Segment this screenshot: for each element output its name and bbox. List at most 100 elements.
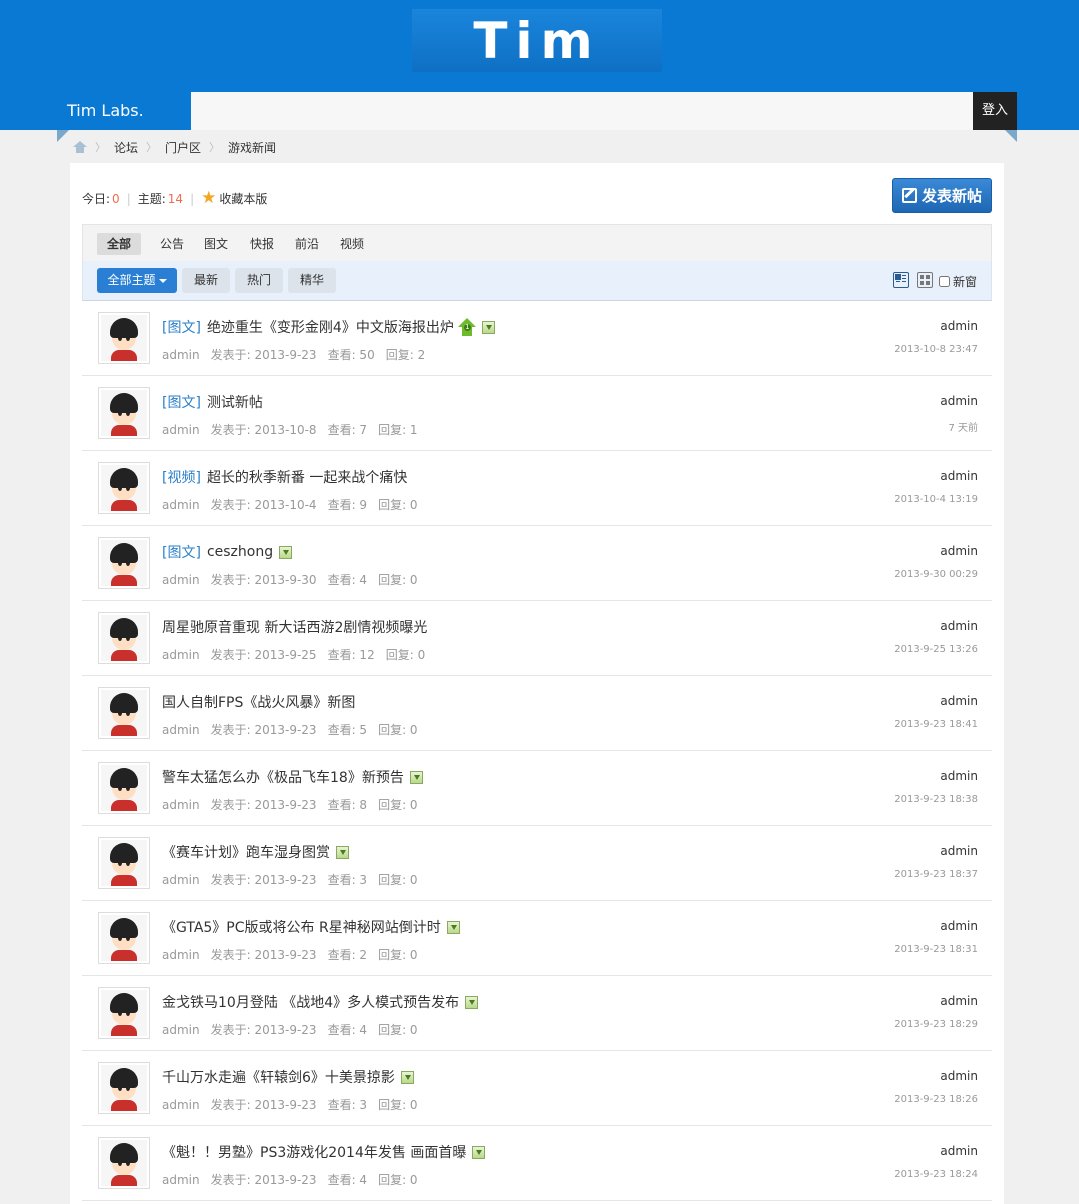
last-reply-time[interactable]: 2013-9-23 18:24: [894, 1169, 978, 1180]
thread-row[interactable]: [图文] 测试新帖 admin 发表于: 2013-10-8 查看: 7 回复: 1 adm…: [82, 376, 992, 451]
home-icon[interactable]: [73, 141, 87, 153]
last-reply-time[interactable]: 2013-10-4 13:19: [894, 494, 978, 505]
thread-row[interactable]: 国人自制FPS《战火风暴》新图 admin 发表于: 2013-9-23 查看: 5 回…: [82, 676, 992, 751]
thread-type-tag[interactable]: [图文]: [162, 542, 201, 562]
brand-link[interactable]: Tim Labs.: [57, 92, 191, 130]
last-reply-time[interactable]: 2013-9-23 18:26: [894, 1094, 978, 1105]
list-view-icon[interactable]: [893, 272, 909, 288]
last-reply-time[interactable]: 2013-9-25 13:26: [894, 644, 978, 655]
last-reply-user[interactable]: admin: [940, 319, 978, 333]
avatar[interactable]: [98, 312, 150, 364]
last-reply-time[interactable]: 2013-9-23 18:37: [894, 869, 978, 880]
thread-author[interactable]: admin: [162, 1098, 200, 1112]
breadcrumb-game-news[interactable]: 游戏新闻: [228, 139, 276, 156]
thread-title[interactable]: 《GTA5》PC版或将公布 R星神秘网站倒计时: [162, 917, 441, 937]
thread-author[interactable]: admin: [162, 948, 200, 962]
thread-author[interactable]: admin: [162, 1173, 200, 1187]
favorite-link[interactable]: 收藏本版: [219, 190, 267, 207]
last-reply-time[interactable]: 2013-9-23 18:41: [894, 719, 978, 730]
last-reply-user[interactable]: admin: [940, 1069, 978, 1083]
thread-row[interactable]: 千山万水走遍《轩辕剑6》十美景掠影 admin 发表于: 2013-9-23 查看: …: [82, 1051, 992, 1126]
thread-author[interactable]: admin: [162, 498, 200, 512]
avatar[interactable]: [98, 1137, 150, 1189]
last-reply-time[interactable]: 2013-9-23 18:31: [894, 944, 978, 955]
all-topics-dropdown[interactable]: 全部主题: [97, 268, 177, 293]
breadcrumb-forum[interactable]: 论坛: [114, 139, 138, 156]
thread-title[interactable]: 金戈铁马10月登陆 《战地4》多人模式预告发布: [162, 992, 459, 1012]
thread-author[interactable]: admin: [162, 348, 200, 362]
last-reply-user[interactable]: admin: [940, 694, 978, 708]
avatar[interactable]: [98, 462, 150, 514]
thread-row[interactable]: [图文] ceszhong admin 发表于: 2013-9-30 查看: 4 回复: …: [82, 526, 992, 601]
thread-title[interactable]: 千山万水走遍《轩辕剑6》十美景掠影: [162, 1067, 395, 1087]
thread-row[interactable]: 《魁！！男塾》PS3游戏化2014年发售 画面首曝 admin 发表于: 2013-…: [82, 1126, 992, 1201]
thread-title[interactable]: 《魁！！男塾》PS3游戏化2014年发售 画面首曝: [162, 1142, 466, 1162]
thread-author[interactable]: admin: [162, 573, 200, 587]
site-logo[interactable]: Tim: [412, 9, 662, 72]
thread-row[interactable]: 金戈铁马10月登陆 《战地4》多人模式预告发布 admin 发表于: 2013-9-…: [82, 976, 992, 1051]
new-window-checkbox[interactable]: [939, 276, 950, 287]
avatar[interactable]: [98, 687, 150, 739]
thread-author[interactable]: admin: [162, 873, 200, 887]
last-reply-time[interactable]: 7 天前: [948, 419, 978, 434]
avatar[interactable]: [98, 762, 150, 814]
avatar[interactable]: [98, 537, 150, 589]
last-reply-user[interactable]: admin: [940, 844, 978, 858]
last-reply-user[interactable]: admin: [940, 994, 978, 1008]
thread-title[interactable]: 《赛车计划》跑车湿身图赏: [162, 842, 330, 862]
last-reply-time[interactable]: 2013-9-23 18:38: [894, 794, 978, 805]
avatar[interactable]: [98, 387, 150, 439]
thread-row[interactable]: 《赛车计划》跑车湿身图赏 admin 发表于: 2013-9-23 查看: 3 回复: …: [82, 826, 992, 901]
grid-view-icon[interactable]: [917, 272, 933, 288]
last-reply-user[interactable]: admin: [940, 919, 978, 933]
last-reply-time[interactable]: 2013-10-8 23:47: [894, 344, 978, 355]
login-button[interactable]: 登入: [973, 92, 1017, 130]
avatar[interactable]: [98, 612, 150, 664]
star-icon[interactable]: ★: [201, 190, 216, 207]
thread-row[interactable]: 《GTA5》PC版或将公布 R星神秘网站倒计时 admin 发表于: 2013-9-…: [82, 901, 992, 976]
tab-announcement[interactable]: 公告: [160, 233, 184, 255]
thread-row[interactable]: 警车太猛怎么办《极品飞车18》新预告 admin 发表于: 2013-9-23 查看:…: [82, 751, 992, 826]
tab-frontier[interactable]: 前沿: [295, 233, 319, 255]
last-reply-user[interactable]: admin: [940, 544, 978, 558]
navbar-search-input[interactable]: [191, 92, 973, 130]
thread-type-tag[interactable]: [视频]: [162, 467, 201, 487]
filter-hot[interactable]: 热门: [235, 268, 283, 293]
thread-title[interactable]: 超长的秋季新番 一起来战个痛快: [207, 467, 407, 487]
thread-author[interactable]: admin: [162, 798, 200, 812]
last-reply-time[interactable]: 2013-9-23 18:29: [894, 1019, 978, 1030]
last-reply-user[interactable]: admin: [940, 769, 978, 783]
last-reply-user[interactable]: admin: [940, 394, 978, 408]
avatar[interactable]: [98, 912, 150, 964]
thread-row[interactable]: [视频] 超长的秋季新番 一起来战个痛快 admin 发表于: 2013-10-4 查看…: [82, 451, 992, 526]
tab-video[interactable]: 视频: [340, 233, 364, 255]
thread-title[interactable]: 测试新帖: [207, 392, 263, 412]
filter-digest[interactable]: 精华: [288, 268, 336, 293]
thread-row[interactable]: [图文] 绝迹重生《变形金刚4》中文版海报出炉 1 admin 发表于: 2013-9-…: [82, 301, 992, 376]
tab-image-text[interactable]: 图文: [204, 233, 228, 255]
thread-title[interactable]: 警车太猛怎么办《极品飞车18》新预告: [162, 767, 404, 787]
thread-title[interactable]: 周星驰原音重现 新大话西游2剧情视频曝光: [162, 617, 427, 637]
thread-title[interactable]: 国人自制FPS《战火风暴》新图: [162, 692, 355, 712]
thread-author[interactable]: admin: [162, 423, 200, 437]
thread-author[interactable]: admin: [162, 648, 200, 662]
thread-author[interactable]: admin: [162, 1023, 200, 1037]
breadcrumb-portal[interactable]: 门户区: [165, 139, 201, 156]
thread-type-tag[interactable]: [图文]: [162, 392, 201, 412]
last-reply-user[interactable]: admin: [940, 469, 978, 483]
thread-row[interactable]: 周星驰原音重现 新大话西游2剧情视频曝光 admin 发表于: 2013-9-25 查…: [82, 601, 992, 676]
avatar[interactable]: [98, 837, 150, 889]
last-reply-time[interactable]: 2013-9-30 00:29: [894, 569, 978, 580]
thread-title[interactable]: 绝迹重生《变形金刚4》中文版海报出炉: [207, 317, 454, 337]
avatar[interactable]: [98, 987, 150, 1039]
new-post-button[interactable]: 发表新帖: [892, 178, 992, 213]
new-window-toggle[interactable]: 新窗: [939, 273, 977, 290]
tab-flash-news[interactable]: 快报: [250, 233, 274, 255]
avatar[interactable]: [98, 1062, 150, 1114]
filter-latest[interactable]: 最新: [182, 268, 230, 293]
last-reply-user[interactable]: admin: [940, 619, 978, 633]
thread-type-tag[interactable]: [图文]: [162, 317, 201, 337]
thread-title[interactable]: ceszhong: [207, 544, 273, 560]
thread-author[interactable]: admin: [162, 723, 200, 737]
last-reply-user[interactable]: admin: [940, 1144, 978, 1158]
